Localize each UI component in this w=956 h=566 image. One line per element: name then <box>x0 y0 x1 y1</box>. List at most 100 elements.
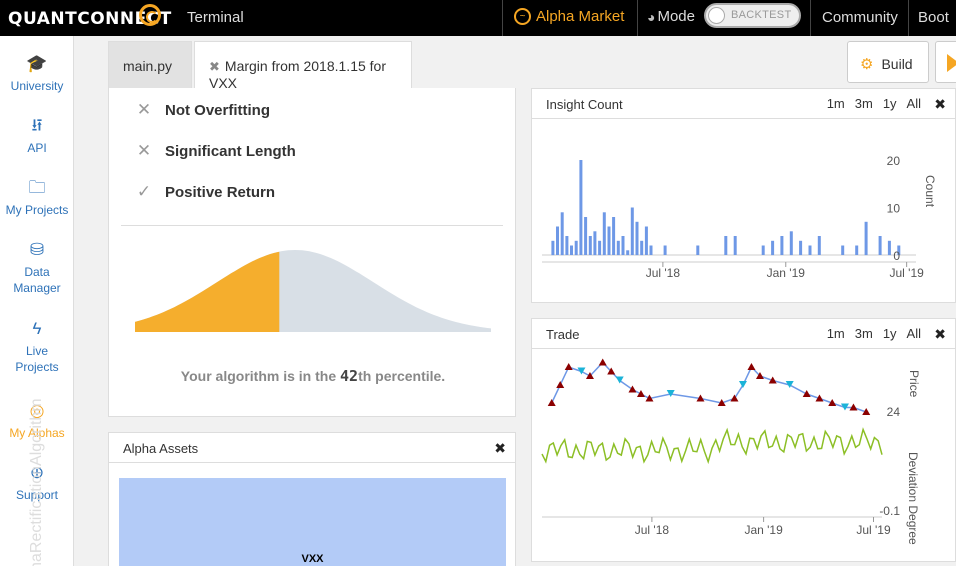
long-trade-marker <box>636 390 645 397</box>
insight-bar <box>598 240 602 256</box>
insight-bar <box>588 236 592 255</box>
divider <box>502 0 503 36</box>
short-trade-marker <box>738 381 747 388</box>
long-trade-marker <box>730 394 739 402</box>
range-tabs: 1m 3m 1y All <box>827 326 921 341</box>
bolt-icon: ϟ <box>32 319 42 338</box>
sidebar-item-label: Live Projects <box>15 344 59 374</box>
range-3m[interactable]: 3m <box>855 96 873 111</box>
insight-count-panel: Insight Count 1m 3m 1y All ✖ 20 10 0 Count J… <box>531 88 956 303</box>
backtest-toggle[interactable]: BACKTEST <box>704 3 801 28</box>
panel-title: Trade <box>546 327 580 342</box>
range-1y[interactable]: 1y <box>883 326 897 341</box>
insight-bar <box>878 236 882 255</box>
close-tab-icon[interactable]: ✖ <box>209 59 220 74</box>
range-1y[interactable]: 1y <box>883 96 897 111</box>
alpha-assets-panel: Alpha Assets ✖ VXX <box>108 432 516 566</box>
insight-bar <box>626 250 630 256</box>
close-icon[interactable]: ✖ <box>494 440 506 457</box>
check-not-overfitting: ✕ Not Overfitting <box>135 100 270 120</box>
backtest-run-button[interactable] <box>935 41 956 83</box>
alpha-icon: ~ <box>514 8 531 25</box>
divider <box>810 0 811 36</box>
divider <box>908 0 909 36</box>
x-tick-label: Jan '19 <box>744 523 783 537</box>
sidebar-item-live-projects[interactable]: ϟ Live Projects <box>0 319 74 375</box>
mode-text: Mode <box>657 8 695 25</box>
asset-treemap-block[interactable]: VXX <box>119 478 506 566</box>
insight-bar <box>780 236 784 255</box>
range-1m[interactable]: 1m <box>827 96 845 111</box>
panel-header: Trade 1m 3m 1y All ✖ <box>532 319 955 349</box>
y-tick-label: 10 <box>887 202 901 216</box>
panel-header: Alpha Assets ✖ <box>109 433 515 463</box>
range-all[interactable]: All <box>907 96 921 111</box>
community-link[interactable]: Community <box>822 9 898 26</box>
insight-bar <box>696 245 700 255</box>
percentile-curve-filled <box>135 251 280 332</box>
graduation-cap-icon: 🎓 <box>26 54 48 73</box>
y-tick-label: -0.1 <box>879 504 900 518</box>
alpha-market-link[interactable]: ~ Alpha Market <box>514 8 624 25</box>
insight-bar <box>733 236 737 255</box>
y-tick-label: 20 <box>887 154 901 168</box>
insight-bar <box>574 240 578 256</box>
insight-bar <box>761 245 765 255</box>
terminal-link[interactable]: Terminal <box>187 9 244 26</box>
insight-bar <box>808 245 812 255</box>
tab-margin-report[interactable]: ✖ Margin from 2018.1.15 for VXX <box>194 41 412 91</box>
insight-bar <box>602 212 606 256</box>
check-label: Not Overfitting <box>165 101 270 119</box>
tab-main-py[interactable]: main.py <box>108 41 192 88</box>
x-tick-label: Jul '18 <box>646 266 681 280</box>
long-trade-marker <box>802 390 811 397</box>
cross-icon: ✕ <box>136 100 152 119</box>
trade-chart: 24 Price -0.1 Deviation Degree Jul '18 Jan '1… <box>541 358 921 545</box>
insight-bar <box>663 245 667 255</box>
build-button[interactable]: ⚙ Build <box>847 41 929 83</box>
price-line <box>551 361 867 413</box>
insight-bar <box>841 245 845 255</box>
range-1m[interactable]: 1m <box>827 326 845 341</box>
insight-bar <box>579 160 583 255</box>
sidebar-item-api[interactable]: ⭿ API <box>0 117 74 156</box>
check-label: Significant Length <box>165 142 296 160</box>
insight-bar <box>570 245 573 255</box>
sidebar: 🎓 University ⭿ API 🗀 My Projects ⛁ Data … <box>0 36 74 566</box>
insight-bar <box>855 245 859 255</box>
x-tick-label: Jul '19 <box>856 523 891 537</box>
top-bar: QUANTCONNECT Terminal ~ Alpha Market ◕ M… <box>0 0 956 36</box>
insight-bar <box>640 240 644 256</box>
insight-bar <box>864 221 868 256</box>
insight-bar <box>621 236 625 255</box>
sidebar-item-university[interactable]: 🎓 University <box>0 54 74 94</box>
x-tick-label: Jul '19 <box>889 266 924 280</box>
x-tick-label: Jul '18 <box>635 523 670 537</box>
tab-label: Margin from 2018.1.15 for VXX <box>209 58 386 91</box>
long-trade-marker <box>556 381 565 388</box>
divider <box>637 0 638 36</box>
insight-count-chart: 20 10 0 Count Jul '18 Jan '19 Jul '19 <box>542 154 937 280</box>
close-icon[interactable]: ✖ <box>934 326 946 343</box>
algorithm-watermark: EmaRectificationAlgorithm <box>28 398 45 566</box>
range-3m[interactable]: 3m <box>855 326 873 341</box>
gears-icon: ⚙ <box>860 56 874 73</box>
x-tick-label: Jan '19 <box>767 266 806 280</box>
y-tick-label: 24 <box>887 405 901 419</box>
insight-bar <box>560 212 564 256</box>
range-all[interactable]: All <box>907 326 921 341</box>
divider <box>121 225 503 226</box>
sidebar-item-my-projects[interactable]: 🗀 My Projects <box>0 179 74 218</box>
insight-bar <box>771 240 775 256</box>
insight-bar <box>644 226 648 255</box>
toggle-label: BACKTEST <box>731 9 792 21</box>
sidebar-item-data-manager[interactable]: ⛁ Data Manager <box>0 241 74 296</box>
insight-bar <box>607 226 611 255</box>
close-icon[interactable]: ✖ <box>934 96 946 113</box>
insight-bar <box>887 240 891 256</box>
sidebar-item-label: Data Manager <box>13 265 61 295</box>
percentile-value: 42 <box>340 367 359 385</box>
bootcamp-link[interactable]: Boot <box>918 9 949 26</box>
insight-bar <box>635 221 639 256</box>
logo-ring-icon <box>139 4 161 26</box>
